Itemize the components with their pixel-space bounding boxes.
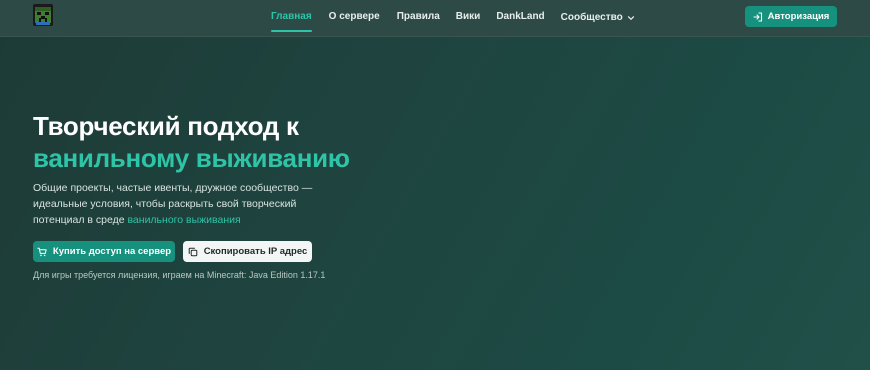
chevron-down-icon: [627, 14, 635, 22]
nav-link-home[interactable]: Главная: [271, 0, 312, 36]
buy-access-button[interactable]: Купить доступ на сервер: [33, 241, 175, 262]
copy-ip-button[interactable]: Скопировать IP адрес: [183, 241, 312, 262]
nav-link-dankland[interactable]: DankLand: [496, 0, 544, 36]
login-button-label: Авторизация: [767, 11, 830, 22]
login-icon: [753, 11, 763, 22]
copy-icon: [188, 247, 198, 257]
main-nav: Главная О сервере Правила Вики DankLand …: [271, 0, 635, 36]
copy-ip-button-label: Скопировать IP адрес: [203, 246, 308, 257]
hero-title: Творческий подход к ванильному выживанию: [33, 110, 350, 174]
nav-link-community-label: Сообщество: [560, 12, 623, 23]
hero-title-line2: ванильному выживанию: [33, 143, 350, 173]
nav-link-rules[interactable]: Правила: [397, 0, 440, 36]
login-button[interactable]: Авторизация: [745, 6, 837, 27]
nav-link-wiki[interactable]: Вики: [456, 0, 481, 36]
hero-description-highlight: ванильного выживания: [127, 214, 241, 226]
top-navbar: Главная О сервере Правила Вики DankLand …: [0, 0, 870, 37]
creeper-avatar-icon[interactable]: [33, 4, 53, 26]
nav-link-community[interactable]: Сообщество: [561, 0, 635, 36]
license-note: Для игры требуется лицензия, играем на M…: [33, 270, 326, 280]
nav-link-about[interactable]: О сервере: [329, 0, 380, 36]
buy-access-button-label: Купить доступ на сервер: [52, 246, 172, 257]
hero-description: Общие проекты, частые ивенты, дружное со…: [33, 180, 333, 228]
hero-title-line1: Творческий подход к: [33, 111, 299, 141]
cart-icon: [37, 247, 47, 257]
